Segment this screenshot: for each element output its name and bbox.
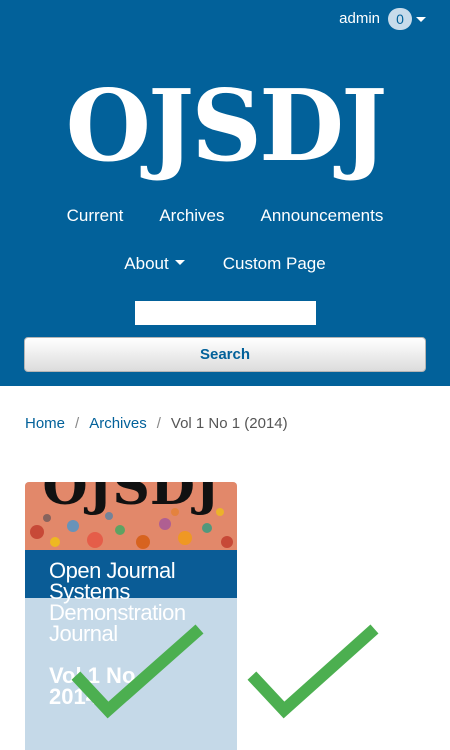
chevron-down-icon[interactable] bbox=[174, 260, 185, 266]
issue-cover-image[interactable]: OJSDJ Open Journal Systems Demonstration… bbox=[25, 482, 237, 750]
nav-current[interactable]: Current bbox=[67, 205, 124, 227]
primary-nav: Current Archives Announcements bbox=[0, 205, 450, 227]
secondary-nav: About Custom Page bbox=[0, 253, 450, 275]
cover-masthead: OJSDJ bbox=[42, 482, 219, 517]
site-logo[interactable]: OJSDJ bbox=[0, 72, 450, 182]
breadcrumb-archives[interactable]: Archives bbox=[89, 415, 147, 432]
search-button[interactable]: Search bbox=[24, 337, 426, 372]
chevron-down-icon[interactable] bbox=[416, 17, 426, 22]
site-header: admin 0 OJSDJ Current Archives Announcem… bbox=[0, 0, 450, 386]
nav-archives[interactable]: Archives bbox=[159, 205, 224, 227]
checkmark-icon bbox=[247, 624, 379, 719]
breadcrumb-separator: / bbox=[75, 414, 80, 432]
search-input[interactable] bbox=[135, 301, 316, 325]
notification-count-badge[interactable]: 0 bbox=[388, 8, 412, 30]
cover-volume: Vol 1 No 2014 bbox=[49, 663, 136, 709]
user-name[interactable]: admin bbox=[339, 8, 380, 30]
cover-artwork: OJSDJ bbox=[25, 482, 237, 550]
nav-about[interactable]: About bbox=[124, 253, 185, 275]
cover-title: Open Journal Systems Demonstration Journ… bbox=[49, 558, 186, 646]
nav-announcements[interactable]: Announcements bbox=[261, 205, 384, 227]
nav-about-label[interactable]: About bbox=[124, 254, 168, 273]
breadcrumb-home[interactable]: Home bbox=[25, 415, 65, 432]
breadcrumb: Home / Archives / Vol 1 No 1 (2014) bbox=[25, 413, 288, 433]
breadcrumb-separator: / bbox=[156, 414, 161, 432]
nav-custom-page[interactable]: Custom Page bbox=[223, 253, 326, 275]
breadcrumb-current: Vol 1 No 1 (2014) bbox=[170, 414, 288, 432]
user-menu[interactable]: admin 0 bbox=[339, 8, 412, 30]
